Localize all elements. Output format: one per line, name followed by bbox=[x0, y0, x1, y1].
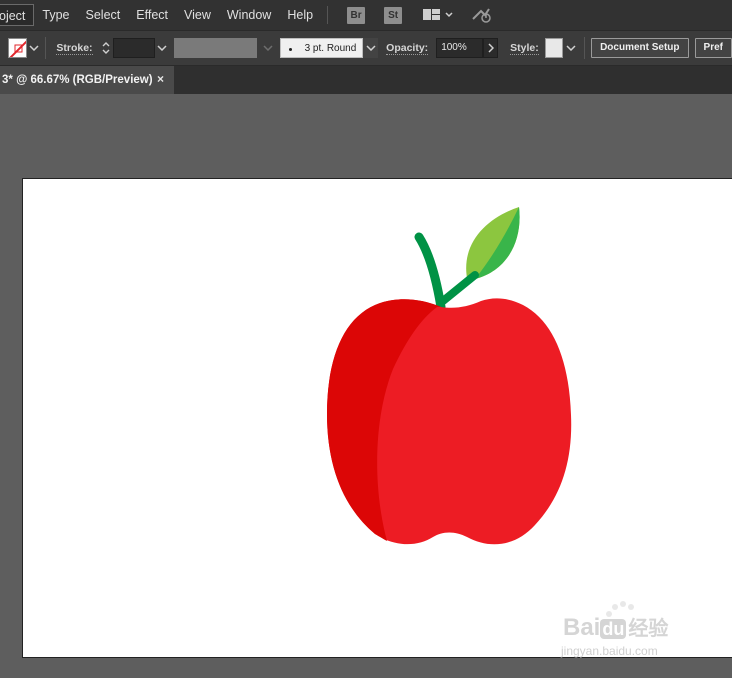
stroke-stepper[interactable] bbox=[99, 39, 114, 57]
style-dropdown[interactable] bbox=[563, 39, 578, 57]
document-tab-title: 3* @ 66.67% (RGB/Preview) bbox=[2, 74, 153, 86]
menu-help[interactable]: Help bbox=[279, 4, 321, 26]
stock-button[interactable]: St bbox=[384, 6, 403, 24]
opacity-label[interactable]: Opacity: bbox=[386, 42, 429, 55]
chevron-down-icon bbox=[566, 45, 576, 51]
document-setup-button[interactable]: Document Setup bbox=[591, 38, 689, 58]
bridge-button[interactable]: Br bbox=[347, 6, 366, 24]
arrange-documents-icon bbox=[423, 9, 453, 20]
control-separator bbox=[584, 37, 586, 59]
menu-type[interactable]: Type bbox=[34, 4, 77, 26]
opacity-input[interactable]: 100% bbox=[436, 38, 484, 58]
arrange-documents-button[interactable] bbox=[423, 8, 453, 22]
menu-object[interactable]: oject bbox=[0, 4, 35, 26]
style-label[interactable]: Style: bbox=[510, 42, 539, 55]
chevron-down-icon bbox=[366, 45, 376, 51]
stroke-weight-dropdown[interactable] bbox=[155, 39, 170, 57]
none-swatch-icon bbox=[9, 40, 26, 57]
canvas-area[interactable]: Bai du 经验 jingyan.baidu.com bbox=[0, 94, 732, 678]
stroke-color-swatch[interactable] bbox=[8, 38, 27, 58]
stroke-label[interactable]: Stroke: bbox=[56, 42, 93, 55]
graphic-style-swatch[interactable] bbox=[544, 38, 564, 58]
chevron-down-icon bbox=[157, 45, 167, 51]
menu-separator bbox=[327, 6, 329, 24]
chevron-down-icon bbox=[29, 45, 39, 51]
document-tab[interactable]: 3* @ 66.67% (RGB/Preview) × bbox=[0, 66, 174, 94]
profile-dropdown[interactable] bbox=[261, 39, 276, 57]
watermark-brand: Bai bbox=[563, 614, 601, 641]
opacity-slider-button[interactable] bbox=[483, 38, 499, 58]
menu-effect[interactable]: Effect bbox=[128, 4, 176, 26]
stepper-icon bbox=[102, 42, 110, 54]
control-bar: Stroke: 3 pt. Round Opacity: 100% Style: bbox=[0, 30, 732, 66]
brush-definition[interactable]: 3 pt. Round bbox=[279, 38, 364, 58]
brush-value: 3 pt. Round bbox=[304, 43, 357, 54]
variable-width-profile[interactable] bbox=[173, 38, 257, 58]
brush-dot-icon bbox=[288, 48, 292, 51]
apple-artwork[interactable] bbox=[23, 179, 732, 659]
gpu-performance-icon bbox=[472, 8, 491, 23]
watermark-cn: 经验 bbox=[628, 618, 669, 640]
menu-window[interactable]: Window bbox=[219, 4, 279, 26]
chevron-right-icon bbox=[488, 43, 494, 53]
leaf-branch bbox=[439, 271, 479, 305]
control-separator bbox=[45, 37, 47, 59]
stroke-weight-input[interactable] bbox=[113, 38, 155, 58]
watermark-brand2: du bbox=[600, 619, 627, 639]
artboard[interactable]: Bai du 经验 jingyan.baidu.com bbox=[22, 178, 732, 658]
illustrator-window: oject Type Select Effect View Window Hel… bbox=[0, 0, 732, 678]
menu-view[interactable]: View bbox=[176, 4, 219, 26]
apple-stem bbox=[414, 232, 446, 312]
brush-dropdown[interactable] bbox=[363, 38, 379, 58]
menu-bar: oject Type Select Effect View Window Hel… bbox=[0, 0, 732, 30]
document-tab-bar: 3* @ 66.67% (RGB/Preview) × bbox=[0, 66, 732, 94]
menu-select[interactable]: Select bbox=[78, 4, 129, 26]
watermark-text: Bai du 经验 bbox=[563, 612, 668, 642]
preferences-button[interactable]: Pref bbox=[694, 38, 732, 58]
stroke-color-dropdown[interactable] bbox=[27, 39, 42, 57]
gpu-performance-button[interactable] bbox=[471, 7, 493, 23]
watermark-url: jingyan.baidu.com bbox=[561, 644, 658, 658]
chevron-down-icon bbox=[263, 45, 273, 51]
close-tab-icon[interactable]: × bbox=[157, 72, 164, 86]
